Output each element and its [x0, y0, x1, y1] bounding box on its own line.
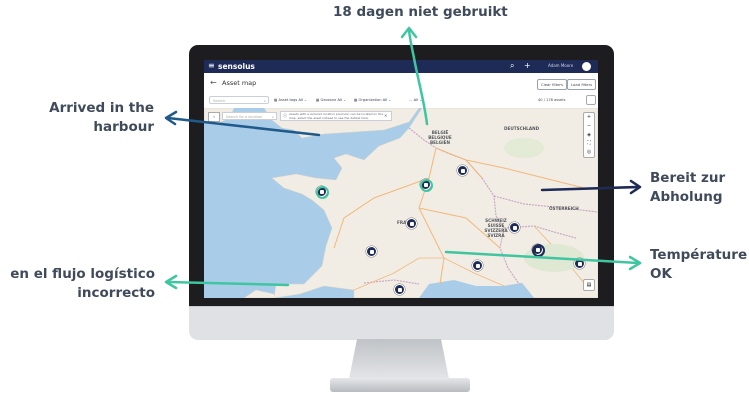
callout-wrong-flow: en el flujo logístico incorrecto: [2, 265, 155, 303]
monitor-stand-base: [330, 378, 470, 392]
label-switzerland: SCHWEIZ SUISSE SVIZZERA SVIZRA: [484, 218, 508, 238]
avatar[interactable]: [582, 62, 591, 71]
map-basemap: [204, 108, 598, 298]
filter-organization[interactable]: ▦ Organization All ⌄: [354, 96, 391, 104]
hamburger-icon[interactable]: ≡: [208, 61, 215, 70]
filter-geozone[interactable]: ▦ Geozone All ⌄: [316, 96, 346, 104]
callout-ready-line2: Abholung: [650, 189, 723, 205]
info-icon: ⓘ: [283, 113, 287, 118]
asset-search-placeholder: Search: [213, 99, 226, 103]
callout-ready-pickup: Bereit zur Abholung: [650, 169, 725, 207]
layers-icon[interactable]: ▤: [583, 279, 595, 291]
precision-info-banner: ⓘ Assets with a reduced location precisi…: [280, 111, 392, 121]
zoom-out-button[interactable]: −: [584, 122, 594, 131]
panel-collapse-icon[interactable]: ‹: [208, 112, 220, 122]
precision-info-text: Assets with a reduced location precision…: [289, 112, 384, 120]
search-icon: ⌕: [263, 99, 266, 103]
callout-arrived-harbour: Arrived in the harbour: [30, 99, 154, 137]
callout-arrived-line2: harbour: [93, 119, 154, 135]
page-header: ← Asset map Clear filters Load filters: [204, 73, 598, 93]
asset-marker[interactable]: [394, 284, 405, 295]
callout-arrived-line1: Arrived in the: [49, 100, 154, 116]
page-title: Asset map: [222, 79, 257, 87]
user-name: Adam Moore: [548, 63, 574, 68]
callout-ready-line1: Bereit zur: [650, 170, 726, 186]
callout-wrong-flow-line2: incorrecto: [77, 285, 155, 301]
asset-search-input[interactable]: Search ⌕: [209, 96, 269, 104]
zoom-in-button[interactable]: +: [584, 113, 594, 122]
filter-bar: Search ⌕ ▦ Asset tags All ⌄ ▦ Geozone Al…: [204, 93, 598, 108]
load-filters-button[interactable]: Load filters: [567, 79, 597, 90]
filter-asset-tags[interactable]: ▦ Asset tags All ⌄: [274, 96, 307, 104]
monitor-chin: [189, 306, 614, 340]
location-search-input[interactable]: Search for a location ⌕: [222, 112, 277, 120]
search-icon: ⌕: [272, 115, 274, 119]
fullscreen-icon[interactable]: ⛶: [584, 139, 594, 148]
map-controls: + − ◈ ⛶ ◎: [583, 112, 595, 158]
arrow-left-icon[interactable]: ←: [210, 78, 217, 87]
highlight-ring-harbour: [316, 186, 329, 199]
asset-marker[interactable]: [366, 246, 377, 257]
asset-marker[interactable]: [574, 258, 585, 269]
callout-wrong-flow-line1: en el flujo logístico: [10, 266, 155, 282]
callout-temperature-ok: Température OK: [650, 246, 747, 284]
clear-filters-button[interactable]: Clear filters: [537, 79, 567, 90]
location-search-placeholder: Search for a location: [226, 115, 263, 119]
asset-marker[interactable]: [509, 222, 520, 233]
filter-more[interactable]: ... All ⌄: [409, 96, 422, 104]
callout-temp-line2: OK: [650, 266, 672, 282]
asset-marker[interactable]: [472, 260, 483, 271]
close-icon[interactable]: ✕: [384, 113, 387, 118]
plus-icon[interactable]: +: [524, 61, 531, 70]
monitor-screen: ≡ sensolus ⌕ + Adam Moore ← Asset map Cl…: [204, 60, 598, 298]
label-germany: DEUTSCHLAND: [504, 126, 540, 131]
locate-icon[interactable]: ◎: [584, 148, 594, 157]
asset-count: 40 / 178 assets: [538, 98, 566, 102]
callout-top-unused: 18 dagen niet gebruikt: [333, 4, 508, 20]
monitor-stand-neck: [349, 339, 449, 379]
app-header: ≡ sensolus ⌕ + Adam Moore: [204, 60, 598, 73]
search-icon[interactable]: ⌕: [510, 61, 514, 71]
highlight-ring-pickup: [532, 244, 545, 257]
compass-icon[interactable]: ◈: [584, 131, 594, 140]
asset-marker[interactable]: [406, 218, 417, 229]
label-belgium: BELGIË BELGIQUE BELGIEN: [428, 130, 452, 145]
sensolus-logo: sensolus: [218, 61, 255, 71]
label-austria: ÖSTERREICH: [549, 206, 579, 211]
asset-marker[interactable]: [457, 165, 468, 176]
panel-toggle-icon[interactable]: [586, 95, 596, 105]
asset-map[interactable]: Search for a location ⌕ ‹ ⓘ Assets with …: [204, 108, 598, 298]
callout-temp-line1: Température: [650, 247, 748, 263]
highlight-ring-unused: [420, 179, 433, 192]
